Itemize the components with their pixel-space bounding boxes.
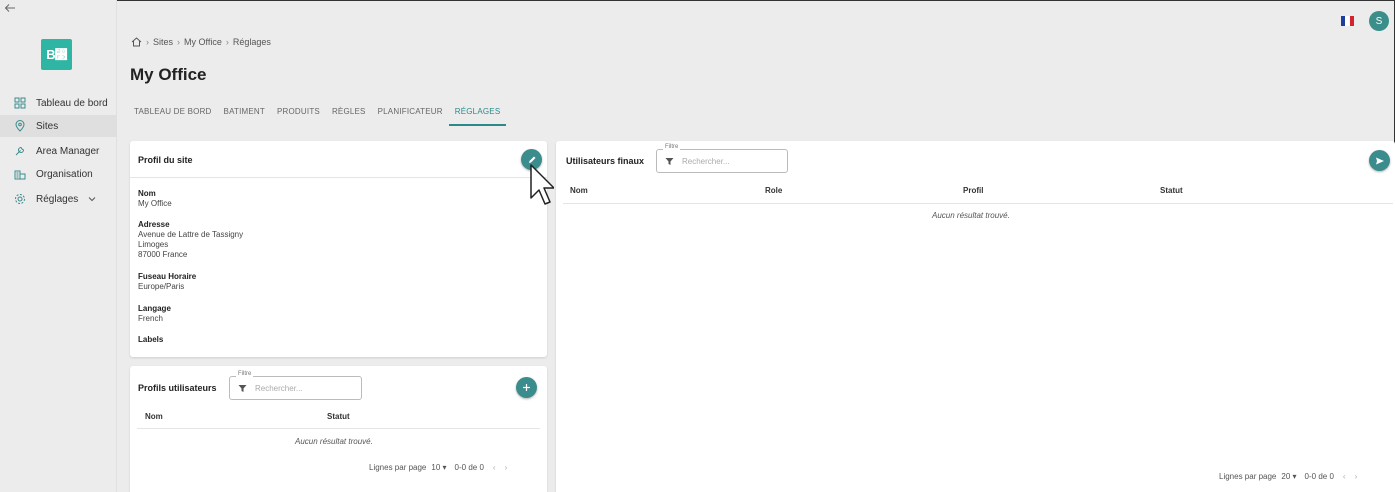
chevron-right-icon[interactable]: › xyxy=(505,463,508,472)
buildings-icon xyxy=(13,168,26,181)
tab-bar: TABLEAU DE BORD BATIMENT PRODUITS RÈGLES… xyxy=(128,104,507,127)
user-profiles-filter[interactable]: Filtre Rechercher... xyxy=(229,371,362,400)
field-value: French xyxy=(138,314,163,323)
tab-batiment[interactable]: BATIMENT xyxy=(218,104,271,126)
field-value: Europe/Paris xyxy=(138,282,185,291)
empty-state-text: Aucun résultat trouvé. xyxy=(932,211,1010,220)
field-label: Langage xyxy=(138,304,171,313)
pagination-range: 0-0 de 0 xyxy=(454,463,484,472)
plus-icon xyxy=(523,384,530,391)
column-header-statut[interactable]: Statut xyxy=(327,412,350,421)
invite-user-button[interactable] xyxy=(1369,150,1390,171)
tab-regles[interactable]: RÈGLES xyxy=(326,104,372,126)
sidebar-item-label: Réglages xyxy=(36,193,79,205)
location-pin-icon xyxy=(13,120,26,133)
field-value: My Office xyxy=(138,199,172,208)
field-label: Labels xyxy=(138,335,164,344)
filter-icon xyxy=(238,384,247,392)
sidebar-item-area-manager[interactable]: Area Manager xyxy=(0,140,117,162)
sidebar-item-reglages[interactable]: Réglages xyxy=(0,188,117,210)
user-profiles-title: Profils utilisateurs xyxy=(138,383,217,393)
field-value: Limoges xyxy=(138,240,169,249)
sidebar: B⃳ Tableau de bord Sites Area Manager Or… xyxy=(0,0,117,492)
column-header-nom[interactable]: Nom xyxy=(145,412,163,421)
tab-planificateur[interactable]: PLANIFICATEUR xyxy=(372,104,449,126)
breadcrumb-separator: › xyxy=(225,37,229,47)
sidebar-item-sites[interactable]: Sites xyxy=(0,115,117,137)
pagination-range: 0-0 de 0 xyxy=(1304,472,1334,481)
breadcrumb-my-office[interactable]: My Office xyxy=(184,37,222,47)
sidebar-item-label: Tableau de bord xyxy=(36,97,108,109)
field-adresse: Adresse Avenue de Lattre de Tassigny Lim… xyxy=(138,220,243,260)
filter-legend: Filtre xyxy=(663,144,681,150)
page-title: My Office xyxy=(130,65,207,84)
breadcrumb-reglages: Réglages xyxy=(232,37,271,47)
field-label: Nom xyxy=(138,189,156,198)
rows-per-page-label: Lignes par page xyxy=(369,463,427,472)
field-fuseau-horaire: Fuseau Horaire Europe/Paris xyxy=(138,272,196,292)
rows-per-page-select[interactable]: 10 ▾ xyxy=(431,463,446,472)
rows-per-page-label: Lignes par page xyxy=(1219,472,1277,481)
send-icon xyxy=(1375,157,1384,164)
breadcrumb-sites[interactable]: Sites xyxy=(153,37,173,47)
empty-state-text: Aucun résultat trouvé. xyxy=(295,437,373,446)
sidebar-item-dashboard[interactable]: Tableau de bord xyxy=(0,92,117,114)
gear-icon xyxy=(13,193,26,206)
column-header-role[interactable]: Role xyxy=(765,186,782,195)
search-input[interactable]: Rechercher... xyxy=(255,384,303,393)
divider xyxy=(130,177,547,178)
french-flag-icon[interactable] xyxy=(1341,16,1354,26)
site-profile-title: Profil du site xyxy=(138,155,193,165)
tab-produits[interactable]: PRODUITS xyxy=(271,104,326,126)
field-value: Avenue de Lattre de Tassigny xyxy=(138,230,244,239)
sidebar-item-organisation[interactable]: Organisation xyxy=(0,163,117,185)
field-langage: Langage French xyxy=(138,304,171,324)
chevron-left-icon[interactable]: ‹ xyxy=(493,463,496,472)
filter-icon xyxy=(665,157,674,165)
end-users-title: Utilisateurs finaux xyxy=(566,156,645,166)
column-header-profil[interactable]: Profil xyxy=(963,186,983,195)
add-user-profile-button[interactable] xyxy=(516,377,537,398)
filter-legend: Filtre xyxy=(236,371,254,377)
tab-reglages[interactable]: RÉGLAGES xyxy=(448,104,507,126)
field-nom: Nom My Office xyxy=(138,189,172,209)
divider xyxy=(563,203,1393,204)
back-arrow-icon[interactable] xyxy=(4,2,16,14)
pagination: Lignes par page 20 ▾ 0-0 de 0 ‹ › xyxy=(1219,472,1357,481)
sidebar-item-label: Sites xyxy=(36,120,59,132)
rows-per-page-select[interactable]: 20 ▾ xyxy=(1281,472,1296,481)
dashboard-icon xyxy=(13,97,26,110)
divider xyxy=(137,428,540,429)
home-icon[interactable] xyxy=(131,37,142,47)
avatar[interactable]: S xyxy=(1369,11,1389,31)
chevron-left-icon[interactable]: ‹ xyxy=(1343,472,1346,481)
field-label: Fuseau Horaire xyxy=(138,272,197,281)
chevron-down-icon[interactable] xyxy=(88,195,96,203)
wrench-icon xyxy=(13,145,26,158)
field-value: 87000 France xyxy=(138,250,188,259)
rows-per-page-value: 10 xyxy=(431,463,441,472)
mouse-cursor-icon xyxy=(530,164,554,205)
sidebar-item-label: Area Manager xyxy=(36,145,100,157)
pagination: Lignes par page 10 ▾ 0-0 de 0 ‹ › xyxy=(369,463,507,472)
end-users-filter[interactable]: Filtre Rechercher... xyxy=(656,144,788,173)
tab-tableau-de-bord[interactable]: TABLEAU DE BORD xyxy=(128,104,218,126)
rows-per-page-value: 20 xyxy=(1281,472,1291,481)
breadcrumb-separator: › xyxy=(177,37,181,47)
search-input[interactable]: Rechercher... xyxy=(682,157,730,166)
breadcrumb: › Sites › My Office › Réglages xyxy=(131,37,271,47)
column-header-nom[interactable]: Nom xyxy=(570,186,588,195)
chevron-right-icon[interactable]: › xyxy=(1355,472,1358,481)
sidebar-item-label: Organisation xyxy=(36,168,93,180)
field-label: Adresse xyxy=(138,220,170,229)
column-header-statut[interactable]: Statut xyxy=(1160,186,1183,195)
app-logo[interactable]: B⃳ xyxy=(41,39,72,70)
breadcrumb-separator: › xyxy=(146,37,149,47)
field-labels: Labels xyxy=(138,335,163,345)
